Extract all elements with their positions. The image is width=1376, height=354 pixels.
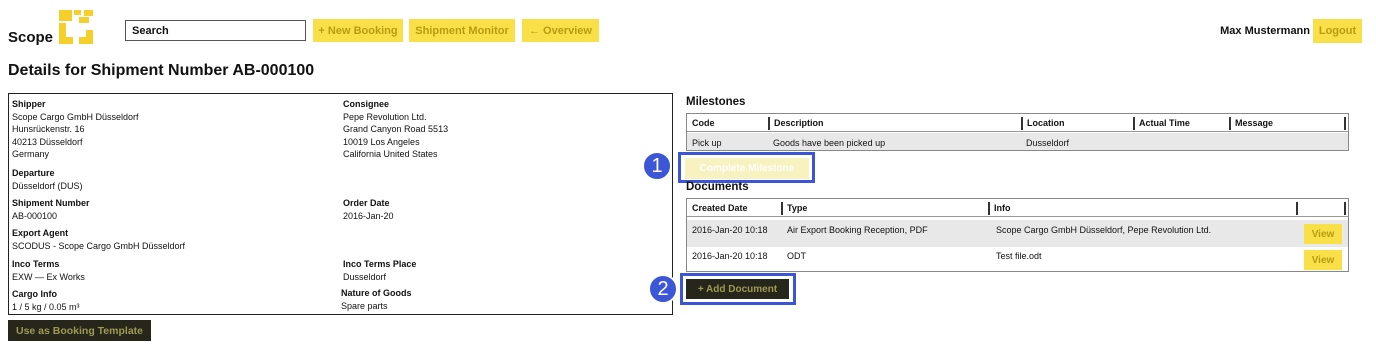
shipment-number-value: AB-000100 (12, 210, 58, 221)
search-input[interactable] (125, 20, 306, 41)
milestone-description: Goods have been picked up (773, 138, 886, 148)
highlight-box-2 (680, 273, 796, 305)
step-marker-1: 1 (642, 151, 672, 181)
departure-value: Düsseldorf (DUS) (12, 180, 83, 191)
column-divider (1344, 202, 1348, 215)
document-created-date: 2016-Jan-20 10:18 (692, 251, 768, 261)
logo-mark-icon (59, 10, 95, 44)
column-header[interactable]: Message (1229, 117, 1273, 130)
nature-of-goods-value: Spare parts (341, 300, 388, 311)
order-date-value: 2016-Jan-20 (343, 210, 394, 221)
logout-button[interactable]: Logout (1313, 19, 1362, 43)
inco-terms-value: EXW — Ex Works (12, 271, 85, 282)
step-marker-2: 2 (648, 274, 678, 304)
table-row[interactable]: Pick up Goods have been picked up Dussel… (687, 133, 1348, 150)
documents-title: Documents (686, 181, 749, 193)
shipment-number-label: Shipment Number (12, 198, 90, 208)
consignee-line: California United States (343, 149, 438, 159)
documents-header-row: Created Date Type Info (687, 199, 1348, 217)
scope-logo[interactable]: Scope (8, 10, 98, 46)
consignee-line: Pepe Revolution Ltd. (343, 111, 427, 122)
column-header[interactable]: Type (781, 202, 807, 215)
new-booking-button[interactable]: + New Booking (313, 19, 403, 42)
shipper-line: Germany (12, 149, 50, 159)
milestone-code: Pick up (692, 138, 722, 148)
logo-text: Scope (8, 29, 54, 46)
consignee-field: Consignee Pepe Revolution Ltd. Grand Can… (343, 98, 448, 161)
inco-terms-label: Inco Terms (12, 259, 60, 269)
page-title: Details for Shipment Number AB-000100 (8, 62, 315, 79)
milestones-table: Code Description Location Actual Time Me… (686, 113, 1349, 151)
order-date-label: Order Date (343, 198, 390, 208)
departure-label: Departure (12, 168, 55, 178)
table-row[interactable]: 2016-Jan-20 10:18 ODT Test file.odt View (687, 247, 1348, 271)
cargo-info-label: Cargo Info (12, 289, 57, 299)
document-created-date: 2016-Jan-20 10:18 (692, 225, 768, 235)
consignee-label: Consignee (343, 99, 390, 109)
nature-of-goods-field: Nature of Goods Spare parts (341, 287, 412, 312)
nature-of-goods-label: Nature of Goods (341, 288, 412, 298)
highlight-box-1 (678, 152, 815, 183)
inco-terms-field: Inco Terms EXW — Ex Works (12, 258, 85, 283)
shipment-number-field: Shipment Number AB-000100 (12, 197, 90, 222)
export-agent-value: SCODUS - Scope Cargo GmbH Düsseldorf (12, 240, 186, 251)
milestones-header-row: Code Description Location Actual Time Me… (687, 114, 1348, 132)
column-divider (1344, 117, 1348, 130)
column-header[interactable]: Created Date (692, 202, 748, 215)
inco-terms-place-field: Inco Terms Place Dusseldorf (343, 258, 416, 283)
document-info: Test file.odt (996, 251, 1042, 261)
view-document-button[interactable]: View (1304, 250, 1342, 270)
column-header[interactable]: Actual Time (1133, 117, 1190, 130)
order-date-field: Order Date 2016-Jan-20 (343, 197, 394, 222)
table-row[interactable]: 2016-Jan-20 10:18 Air Export Booking Rec… (687, 220, 1348, 247)
milestone-location: Dusseldorf (1026, 138, 1070, 148)
user-name: Max Mustermann (1220, 25, 1310, 37)
consignee-line: Grand Canyon Road 5513 (343, 124, 449, 134)
shipper-line: 40213 Düsseldorf (12, 136, 83, 147)
consignee-line: 10019 Los Angeles (343, 136, 420, 147)
column-header[interactable]: Location (1021, 117, 1065, 130)
shipper-label: Shipper (12, 99, 46, 109)
column-header[interactable]: Info (988, 202, 1011, 215)
export-agent-field: Export Agent SCODUS - Scope Cargo GmbH D… (12, 227, 185, 252)
shipment-monitor-button[interactable]: Shipment Monitor (409, 19, 515, 42)
view-document-button[interactable]: View (1304, 224, 1342, 244)
milestones-title: Milestones (686, 96, 746, 108)
column-header[interactable]: Description (768, 117, 824, 130)
departure-field: Departure Düsseldorf (DUS) (12, 167, 83, 192)
document-info: Scope Cargo GmbH Düsseldorf, Pepe Revolu… (996, 225, 1212, 235)
document-type: Air Export Booking Reception, PDF (787, 225, 928, 235)
shipper-line: Scope Cargo GmbH Düsseldorf (12, 111, 139, 122)
overview-button[interactable]: ← Overview (522, 19, 599, 42)
shipment-details-panel: Shipper Scope Cargo GmbH Düsseldorf Huns… (8, 93, 673, 315)
cargo-info-field: Cargo Info 1 / 5 kg / 0.05 m³ (12, 288, 80, 313)
export-agent-label: Export Agent (12, 228, 69, 238)
documents-table: Created Date Type Info 2016-Jan-20 10:18… (686, 198, 1349, 272)
inco-terms-place-value: Dusseldorf (343, 271, 387, 282)
document-type: ODT (787, 251, 806, 261)
column-header[interactable]: Code (692, 117, 715, 130)
use-as-booking-template-button[interactable]: Use as Booking Template (8, 320, 151, 341)
shipper-field: Shipper Scope Cargo GmbH Düsseldorf Huns… (12, 98, 139, 161)
column-header[interactable] (1296, 202, 1302, 215)
cargo-info-value: 1 / 5 kg / 0.05 m³ (12, 301, 80, 312)
inco-terms-place-label: Inco Terms Place (343, 259, 417, 269)
shipper-line: Hunsrückenstr. 16 (12, 124, 85, 134)
